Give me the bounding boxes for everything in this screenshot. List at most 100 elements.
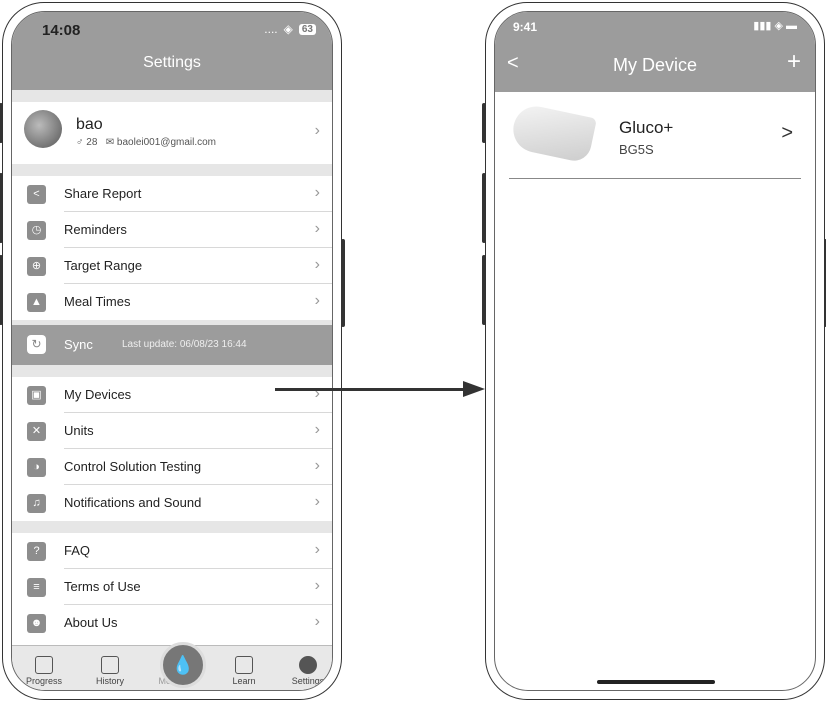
section-gap <box>12 365 332 377</box>
chevron-right-icon: › <box>314 457 320 474</box>
chevron-right-icon: › <box>314 577 320 594</box>
chevron-right-icon: › <box>314 613 320 630</box>
menu-item-label: Reminders <box>64 222 127 237</box>
page-title: My Device <box>612 55 697 75</box>
tab-settings[interactable]: Settings <box>280 656 332 686</box>
menu-item-label: Meal Times <box>64 294 131 309</box>
menu-item-meal-times[interactable]: ▲ Meal Times › <box>12 284 332 320</box>
gear-icon <box>299 656 317 674</box>
tab-label: Progress <box>25 676 62 686</box>
bell-icon: ♫ <box>27 494 46 513</box>
menu-item-label: Notifications and Sound <box>64 495 202 510</box>
tab-label: History <box>95 676 124 686</box>
profile-email: baolei001@gmail.com <box>116 137 217 148</box>
profile-meta: ♂ 28 ✉ baolei001@gmail.com <box>76 137 216 148</box>
sync-last-update: Last update: 06/08/23 16:44 <box>122 339 247 350</box>
menu-item-label: FAQ <box>64 543 91 558</box>
menu-item-share-report[interactable]: < Share Report › <box>12 176 332 212</box>
profile-name: bao <box>76 116 103 133</box>
avatar <box>24 110 62 148</box>
signal-dots: .... <box>264 22 278 36</box>
blood-drop-icon: 💧 <box>171 655 195 675</box>
status-time: 14:08 <box>42 22 81 39</box>
page-title: Settings <box>143 54 201 71</box>
status-time: 9:41 <box>513 20 538 34</box>
section-gap <box>12 521 332 533</box>
chevron-right-icon: › <box>314 292 320 309</box>
units-icon: ✕ <box>27 422 46 441</box>
tab-progress[interactable]: Progress <box>16 656 72 686</box>
device-icon: ▣ <box>27 386 46 405</box>
chevron-right-icon: › <box>314 220 320 237</box>
clipboard-icon <box>101 656 119 674</box>
home-indicator[interactable] <box>597 680 715 684</box>
my-device-header: 9:41 ▮▮▮ ◈ ▬ < My Device + <box>495 12 815 92</box>
measure-button[interactable]: 💧 <box>160 642 206 688</box>
add-device-button[interactable]: + <box>787 48 801 76</box>
right-phone-frame: 9:41 ▮▮▮ ◈ ▬ < My Device + Gluco+ BG5S > <box>482 2 826 700</box>
device-row[interactable]: Gluco+ BG5S > <box>495 96 815 176</box>
sync-row[interactable]: ↻ Sync Last update: 06/08/23 16:44 <box>12 325 332 365</box>
target-icon: ⊕ <box>27 257 46 276</box>
chevron-right-icon: › <box>314 541 320 558</box>
about-icon: ☻ <box>27 614 46 633</box>
arrow-head-icon <box>463 381 485 397</box>
phone-side-button <box>482 173 486 243</box>
my-device-screen: 9:41 ▮▮▮ ◈ ▬ < My Device + Gluco+ BG5S > <box>494 11 816 691</box>
share-icon: < <box>27 185 46 204</box>
chevron-right-icon: › <box>314 493 320 510</box>
chevron-right-icon: > <box>781 122 793 144</box>
settings-header: 14:08 .... ◈ 63 Settings <box>12 12 332 90</box>
device-name: Gluco+ <box>619 118 674 137</box>
settings-screen: 14:08 .... ◈ 63 Settings bao ♂ 28 ✉ baol… <box>11 11 333 691</box>
meal-icon: ▲ <box>27 293 46 312</box>
phone-side-button <box>482 103 486 143</box>
sync-icon: ↻ <box>27 335 46 354</box>
menu-item-notifications-and-sound[interactable]: ♫ Notifications and Sound › <box>12 485 332 521</box>
profile-row[interactable]: bao ♂ 28 ✉ baolei001@gmail.com › <box>12 102 332 164</box>
alarm-icon: ◷ <box>27 221 46 240</box>
chevron-right-icon: › <box>314 184 320 201</box>
menu-item-about-us[interactable]: ☻ About Us › <box>12 605 332 641</box>
menu-item-reminders[interactable]: ◷ Reminders › <box>12 212 332 248</box>
mail-icon: ✉ <box>105 137 115 148</box>
chart-icon <box>35 656 53 674</box>
divider <box>509 178 801 179</box>
menu-item-terms-of-use[interactable]: ≡ Terms of Use › <box>12 569 332 605</box>
wifi-icon: ◈ <box>283 22 293 36</box>
menu-item-units[interactable]: ✕ Units › <box>12 413 332 449</box>
menu-item-label: About Us <box>64 615 118 630</box>
battery-icon: 63 <box>298 23 316 35</box>
phone-side-button <box>341 239 345 327</box>
menu-item-label: Control Solution Testing <box>64 459 202 474</box>
tab-label: Settings <box>291 676 325 686</box>
menu-item-label: Terms of Use <box>64 579 141 594</box>
sync-label: Sync <box>64 337 93 352</box>
menu-item-control-solution-testing[interactable]: ◑ Control Solution Testing › <box>12 449 332 485</box>
section-gap <box>12 164 332 176</box>
status-indicators: .... ◈ 63 <box>264 22 316 36</box>
tab-learn[interactable]: Learn <box>216 656 272 686</box>
chevron-right-icon: › <box>314 256 320 273</box>
menu-item-label: Units <box>64 423 94 438</box>
control-solution-icon: ◑ <box>27 458 46 477</box>
menu-item-my-devices[interactable]: ▣ My Devices › <box>12 377 332 413</box>
menu-item-target-range[interactable]: ⊕ Target Range › <box>12 248 332 284</box>
faq-icon: ? <box>27 542 46 561</box>
status-indicators: ▮▮▮ ◈ ▬ <box>753 20 797 32</box>
phone-side-button <box>0 173 3 243</box>
chevron-right-icon: › <box>314 421 320 438</box>
left-phone-frame: 14:08 .... ◈ 63 Settings bao ♂ 28 ✉ baol… <box>0 2 345 700</box>
menu-item-faq[interactable]: ? FAQ › <box>12 533 332 569</box>
menu-item-label: Target Range <box>64 258 143 273</box>
menu-item-label: My Devices <box>64 387 132 402</box>
phone-side-button <box>0 103 3 143</box>
phone-side-button <box>0 255 3 325</box>
book-icon <box>235 656 253 674</box>
glucometer-image <box>509 102 597 164</box>
menu-item-label: Share Report <box>64 186 142 201</box>
tab-history[interactable]: History <box>82 656 138 686</box>
device-model: BG5S <box>619 142 654 157</box>
section-gap <box>12 90 332 102</box>
chevron-right-icon: › <box>314 122 320 139</box>
